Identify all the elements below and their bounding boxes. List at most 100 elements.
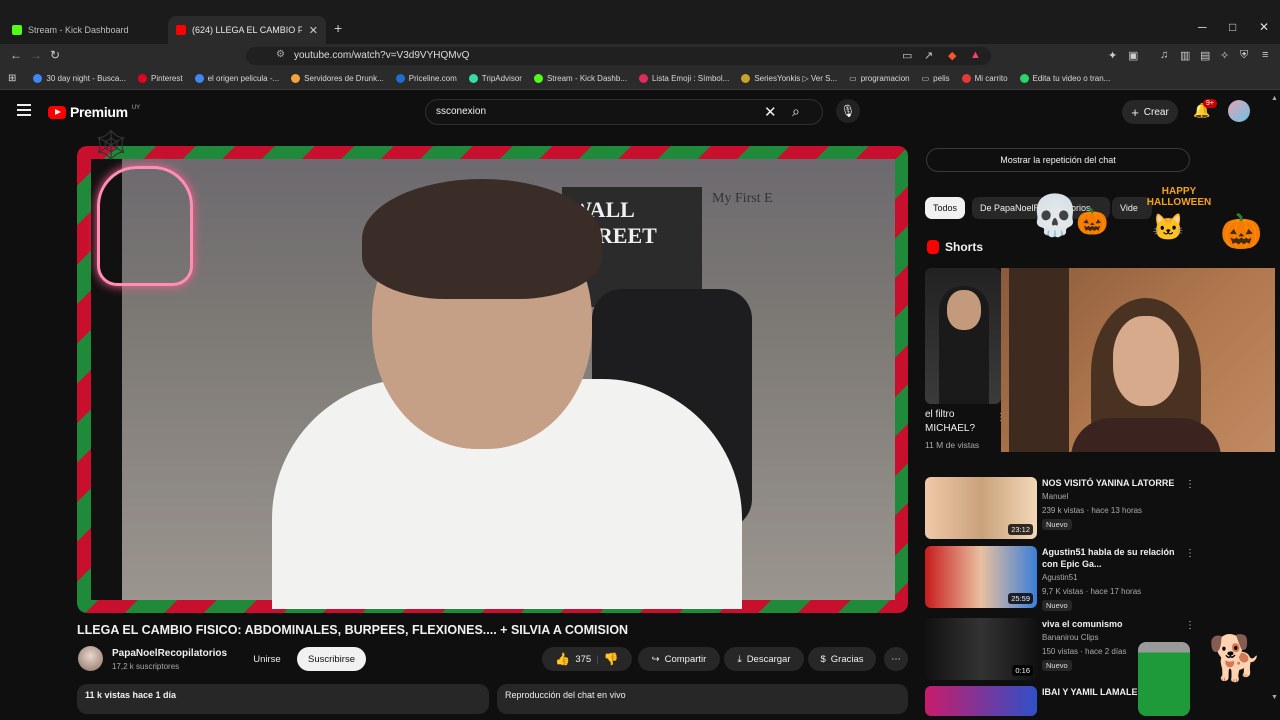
wallet-icon[interactable]: ▤: [1200, 49, 1210, 62]
new-badge: Nuevo: [1042, 519, 1072, 530]
voice-search-icon[interactable]: 🎙: [836, 99, 860, 123]
short-thumbnail[interactable]: [925, 268, 1001, 404]
bookmark-item[interactable]: Mi carrito: [959, 74, 1011, 83]
super-thanks-icon: $: [820, 653, 826, 665]
share-button[interactable]: ↪ Compartir: [638, 647, 720, 671]
reload-icon[interactable]: ↻: [50, 48, 60, 62]
bookmark-folder[interactable]: ▭ programacion: [846, 74, 912, 83]
short-views: 11 M de vistas: [925, 440, 980, 450]
music-icon[interactable]: ♫: [1160, 49, 1168, 61]
site-info-icon[interactable]: ⚙: [276, 49, 285, 60]
video-options-icon[interactable]: ⋮: [1185, 548, 1195, 559]
screenshot-icon[interactable]: ▣: [1128, 49, 1138, 62]
duration-badge: 23:12: [1008, 524, 1033, 535]
close-tab-icon[interactable]: ✕: [309, 24, 318, 37]
bookmark-item[interactable]: TripAdvisor: [466, 74, 525, 83]
kick-icon: [12, 25, 22, 35]
menu-icon[interactable]: ≡: [1262, 49, 1268, 61]
search-icon[interactable]: ⌕: [792, 103, 800, 120]
video-options-icon[interactable]: ⋮: [1185, 479, 1195, 490]
join-button[interactable]: Unirse: [252, 647, 282, 671]
minimize-button[interactable]: ─: [1198, 20, 1207, 34]
download-icon: ⤓: [737, 653, 742, 665]
bookmark-item[interactable]: Priceline.com: [393, 74, 460, 83]
video-title[interactable]: NOS VISITÓ YANINA LATORRE: [1042, 477, 1182, 489]
hamburger-menu-icon[interactable]: [17, 104, 31, 116]
video-meta: 150 vistas · hace 2 días: [1042, 647, 1127, 656]
dislike-icon[interactable]: 👎: [604, 652, 619, 666]
clear-search-icon[interactable]: ✕: [764, 103, 777, 121]
video-frame[interactable]: WALL STREET My First E: [122, 159, 895, 609]
apps-icon[interactable]: ⊞: [8, 73, 16, 84]
more-actions-icon[interactable]: ⋯: [884, 647, 908, 671]
video-player[interactable]: WALL STREET My First E: [77, 146, 908, 613]
new-tab-button[interactable]: +: [334, 20, 342, 36]
channel-name[interactable]: PapaNoelRecopilatorios: [112, 648, 227, 659]
recommended-video[interactable]: 25:59 Agustin51 habla de su relación con…: [925, 546, 1195, 611]
brave-shield-icon[interactable]: ◆: [948, 49, 956, 62]
recommended-video[interactable]: 23:12 NOS VISITÓ YANINA LATORRE Manuel 2…: [925, 477, 1195, 539]
description-box[interactable]: 11 k vistas hace 1 día: [77, 684, 489, 714]
maximize-button[interactable]: □: [1229, 20, 1236, 34]
leo-icon[interactable]: ✧: [1220, 49, 1229, 62]
video-title: LLEGA EL CAMBIO FISICO: ABDOMINALES, BUR…: [77, 623, 629, 637]
live-chat-replay-box[interactable]: Reproducción del chat en vivo: [497, 684, 908, 714]
account-avatar[interactable]: [1228, 100, 1250, 122]
like-icon[interactable]: 👍: [555, 652, 570, 666]
poster-text: My First E: [712, 191, 773, 206]
sidebar-icon[interactable]: ▥: [1180, 49, 1190, 62]
scroll-down-icon[interactable]: ▼: [1271, 694, 1278, 701]
thanks-button[interactable]: $ Gracias: [808, 647, 876, 671]
spider-web-decoration: 🕸: [92, 129, 131, 162]
forward-icon[interactable]: →: [30, 48, 42, 62]
youtube-premium-logo[interactable]: Premium UY: [48, 104, 140, 120]
cast-icon[interactable]: ▭: [902, 49, 912, 62]
video-thumbnail[interactable]: 25:59: [925, 546, 1037, 608]
video-options-icon[interactable]: ⋮: [1185, 620, 1195, 631]
url-field[interactable]: ⚙ youtube.com/watch?v=V3d9VYHQMvQ: [246, 47, 991, 65]
bookmark-favicon: [33, 74, 43, 83]
video-title[interactable]: viva el comunismo: [1042, 618, 1182, 630]
short-title[interactable]: el filtro MICHAEL?: [925, 408, 995, 436]
video-thumbnail[interactable]: [925, 686, 1037, 716]
channel-name[interactable]: Agustin51: [1042, 573, 1078, 582]
bookmark-item[interactable]: el origen pelicula -...: [192, 74, 283, 83]
show-chat-replay-button[interactable]: Mostrar la repetición del chat: [926, 148, 1190, 172]
bookmark-item[interactable]: Edita tu video o tran...: [1017, 74, 1114, 83]
shorts-icon: [927, 240, 939, 254]
chip-all[interactable]: Todos: [925, 197, 966, 219]
channel-avatar[interactable]: [78, 646, 103, 671]
bookmark-item[interactable]: Servidores de Drunk...: [288, 74, 387, 83]
bookmark-item[interactable]: SeriesYonkis ▷ Ver S...: [738, 74, 840, 83]
like-count[interactable]: 375: [575, 654, 591, 665]
create-button[interactable]: + Crear: [1122, 100, 1178, 124]
vpn-icon[interactable]: ⛨: [1240, 49, 1248, 62]
new-badge: Nuevo: [1042, 600, 1072, 611]
pumpkin-decoration: 🎃: [1076, 206, 1109, 236]
channel-name[interactable]: Manuel: [1042, 492, 1068, 501]
channel-name[interactable]: Bananirou Clips: [1042, 633, 1098, 642]
bookmark-item[interactable]: 30 day night - Busca...: [30, 74, 129, 83]
share-page-icon[interactable]: ↗: [924, 49, 933, 62]
bookmark-item[interactable]: Pinterest: [135, 74, 186, 83]
extensions-icon[interactable]: ✦: [1108, 49, 1117, 62]
tab-youtube-video[interactable]: (624) LLEGA EL CAMBIO FISIC ✕: [168, 16, 326, 44]
views-and-date: 11 k vistas hace 1 día: [85, 690, 177, 700]
video-thumbnail[interactable]: 23:12: [925, 477, 1037, 539]
video-thumbnail[interactable]: 0:16: [925, 618, 1037, 680]
scroll-up-icon[interactable]: ▲: [1271, 95, 1278, 102]
search-box[interactable]: ssconexion ✕ ⌕: [425, 99, 823, 125]
subscribe-button[interactable]: Suscribirse: [297, 647, 366, 671]
bookmark-favicon: [1019, 74, 1029, 83]
bookmark-item[interactable]: Stream - Kick Dashb...: [531, 74, 630, 83]
tab-kick-dashboard[interactable]: Stream - Kick Dashboard: [4, 16, 164, 44]
brave-rewards-icon[interactable]: ▲: [970, 49, 981, 61]
bookmark-folder[interactable]: ▭ pelis: [919, 74, 953, 83]
video-meta: 239 k vistas · hace 13 horas: [1042, 506, 1143, 515]
close-window-button[interactable]: ✕: [1259, 20, 1269, 34]
video-title[interactable]: Agustin51 habla de su relación con Epic …: [1042, 546, 1182, 570]
back-icon[interactable]: ←: [10, 48, 22, 62]
search-input[interactable]: ssconexion: [436, 106, 486, 117]
bookmark-item[interactable]: Lista Emoji : Símbol...: [636, 74, 732, 83]
download-button[interactable]: ⤓ Descargar: [724, 647, 804, 671]
